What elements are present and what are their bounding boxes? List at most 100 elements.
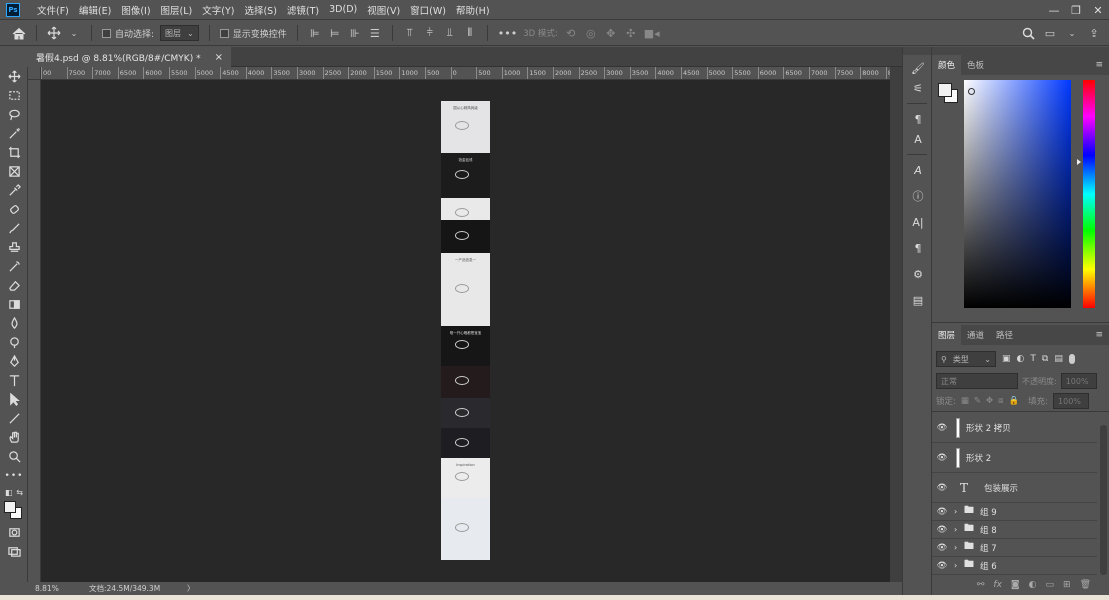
fx-icon[interactable]: fx xyxy=(993,580,1002,590)
eye-icon[interactable]: 👁 xyxy=(932,483,952,493)
history-brush-icon[interactable] xyxy=(0,257,28,276)
3d-rotate-icon[interactable]: ⟲ xyxy=(564,23,578,43)
align-left-icon[interactable]: ⊫ xyxy=(308,23,322,43)
align-top-icon[interactable]: ⫪ xyxy=(403,23,417,43)
search-icon[interactable] xyxy=(1021,23,1035,43)
chevron-right-icon[interactable]: › xyxy=(954,543,962,552)
layer-row[interactable]: 👁 形状 2 xyxy=(932,443,1097,473)
layer-kind-filter[interactable]: ⚲ 类型 ⌄ xyxy=(936,351,996,367)
home-icon[interactable] xyxy=(12,23,26,43)
lasso-tool-icon[interactable] xyxy=(0,105,28,124)
marquee-tool-icon[interactable] xyxy=(0,86,28,105)
paragraph-icon[interactable]: ¶ xyxy=(903,235,933,261)
character-icon[interactable]: A| xyxy=(903,209,933,235)
blur-tool-icon[interactable] xyxy=(0,314,28,333)
filter-smart-object-icon[interactable]: ▤ xyxy=(1054,354,1063,364)
pen-tool-icon[interactable] xyxy=(0,352,28,371)
menu-edit[interactable]: 编辑(E) xyxy=(74,3,116,17)
crop-tool-icon[interactable] xyxy=(0,143,28,162)
libraries-icon[interactable]: ▤ xyxy=(903,287,933,313)
color-field[interactable] xyxy=(964,80,1071,308)
hue-slider-handle[interactable] xyxy=(1077,159,1081,165)
eye-icon[interactable]: 👁 xyxy=(932,423,952,433)
adjustments-sliders-icon[interactable]: ⚟ xyxy=(903,75,933,101)
layers-scrollbar[interactable] xyxy=(1100,425,1107,575)
chevron-right-icon[interactable]: › xyxy=(954,525,962,534)
properties-icon[interactable]: ⚙ xyxy=(903,261,933,287)
folder-icon[interactable]: ▭ xyxy=(1046,580,1055,590)
move-tool-icon[interactable] xyxy=(47,23,61,43)
workspace-icon[interactable]: ▭ xyxy=(1043,23,1057,43)
screen-mode-icon[interactable] xyxy=(0,542,28,561)
path-selection-icon[interactable] xyxy=(0,390,28,409)
share-icon[interactable]: ⇪ xyxy=(1087,23,1101,43)
menu-filter[interactable]: 滤镜(T) xyxy=(282,3,324,17)
frame-tool-icon[interactable] xyxy=(0,162,28,181)
eyedropper-icon[interactable] xyxy=(0,181,28,200)
menu-view[interactable]: 视图(V) xyxy=(362,3,405,17)
menu-image[interactable]: 图像(I) xyxy=(116,3,155,17)
canvas-area[interactable]: 国从心精简润级 铂金钻戒 一产品信息一 唯一开心晒都是宝宝 Inspiration xyxy=(41,80,890,582)
close-tab-icon[interactable]: × xyxy=(215,52,223,63)
healing-brush-icon[interactable] xyxy=(0,200,28,219)
fg-color-swatch[interactable] xyxy=(938,83,952,97)
eraser-icon[interactable] xyxy=(0,276,28,295)
eye-icon[interactable]: 👁 xyxy=(932,561,952,571)
eye-icon[interactable]: 👁 xyxy=(932,453,952,463)
lock-position-icon[interactable]: ✥ xyxy=(986,396,993,406)
lock-pixels-icon[interactable]: ✎ xyxy=(974,396,981,406)
tab-color[interactable]: 颜色 xyxy=(932,55,962,75)
chevron-right-icon[interactable]: › xyxy=(954,561,962,570)
foreground-color-swatch[interactable] xyxy=(4,501,16,513)
filter-adjustment-icon[interactable]: ◐ xyxy=(1017,354,1025,364)
chevron-down-icon[interactable]: ⌄ xyxy=(67,23,81,43)
menu-3d[interactable]: 3D(D) xyxy=(324,4,362,15)
filter-toggle[interactable] xyxy=(1068,354,1075,364)
type-tool-icon[interactable] xyxy=(0,371,28,390)
mask-icon[interactable]: ◙ xyxy=(1011,580,1020,590)
menu-select[interactable]: 选择(S) xyxy=(239,3,281,17)
character-styles-icon[interactable]: A xyxy=(903,126,933,152)
tab-channels[interactable]: 通道 xyxy=(961,325,990,345)
quick-mask-icon[interactable] xyxy=(0,523,28,542)
panel-menu-icon[interactable]: ≡ xyxy=(1095,60,1103,70)
eye-icon[interactable]: 👁 xyxy=(932,507,952,517)
layer-group-row[interactable]: 👁 › 🖿 组 8 xyxy=(932,521,1097,539)
vertical-scrollbar[interactable] xyxy=(890,67,902,582)
menu-help[interactable]: 帮助(H) xyxy=(451,3,495,17)
auto-select-dropdown[interactable]: 图层 ⌄ xyxy=(160,25,199,41)
more-tools-icon[interactable]: ••• xyxy=(0,466,28,485)
color-picker-cursor[interactable] xyxy=(968,88,975,95)
hue-slider[interactable] xyxy=(1083,80,1095,308)
filter-type-icon[interactable]: T xyxy=(1030,354,1036,364)
close-window-button[interactable]: ✕ xyxy=(1087,0,1109,20)
magic-wand-icon[interactable] xyxy=(0,124,28,143)
filter-pixel-icon[interactable]: ▣ xyxy=(1002,354,1011,364)
zoom-tool-icon[interactable] xyxy=(0,447,28,466)
lock-transparent-icon[interactable]: ▦ xyxy=(961,396,969,406)
info-icon[interactable]: ⓘ xyxy=(903,183,933,209)
layer-group-row[interactable]: 👁 › 🖿 组 7 xyxy=(932,539,1097,557)
trash-icon[interactable]: 🗑 xyxy=(1080,580,1091,590)
show-transform-checkbox[interactable]: 显示变换控件 xyxy=(219,23,287,43)
artboard[interactable]: 国从心精简润级 铂金钻戒 一产品信息一 唯一开心晒都是宝宝 Inspiration xyxy=(441,101,490,560)
hand-tool-icon[interactable] xyxy=(0,428,28,447)
chevron-right-icon[interactable]: › xyxy=(954,507,962,516)
lock-artboard-icon[interactable]: ⧈ xyxy=(998,396,1003,406)
blend-mode-dropdown[interactable]: 正常 xyxy=(936,373,1018,389)
eye-icon[interactable]: 👁 xyxy=(932,543,952,553)
tab-layers[interactable]: 图层 xyxy=(932,325,962,345)
menu-type[interactable]: 文字(Y) xyxy=(197,3,239,17)
line-tool-icon[interactable] xyxy=(0,409,28,428)
eye-icon[interactable]: 👁 xyxy=(932,525,952,535)
opacity-input[interactable]: 100% xyxy=(1060,373,1097,389)
3d-roll-icon[interactable]: ◎ xyxy=(584,23,598,43)
layer-row[interactable]: 👁 形状 2 拷贝 xyxy=(932,413,1097,443)
align-vcenter-icon[interactable]: ⫩ xyxy=(423,23,437,43)
menu-layer[interactable]: 图层(L) xyxy=(156,3,198,17)
document-tab[interactable]: 暑假4.psd @ 8.81%(RGB/8#/CMYK) * × xyxy=(28,47,231,67)
3d-pan-icon[interactable]: ✥ xyxy=(604,23,618,43)
align-right-icon[interactable]: ⊪ xyxy=(348,23,362,43)
align-bottom-icon[interactable]: ⫫ xyxy=(443,23,457,43)
3d-scale-icon[interactable]: ■◂ xyxy=(644,23,660,43)
